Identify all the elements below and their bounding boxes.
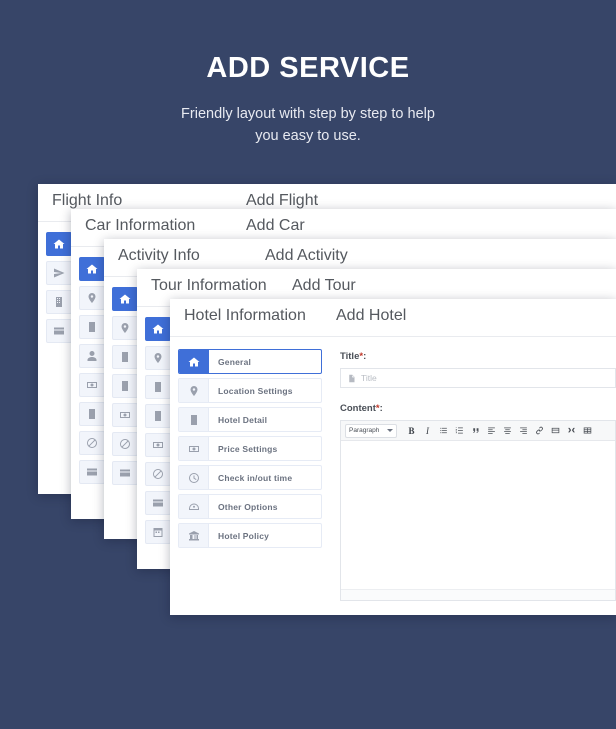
hero-subtitle-line-1: Friendly layout with step by step to hel… (181, 106, 435, 122)
rail-icon-building[interactable] (145, 404, 171, 428)
map-pin-icon (179, 379, 209, 402)
rail-icon-building[interactable] (79, 315, 105, 339)
unordered-list-icon[interactable] (437, 424, 450, 438)
italic-icon[interactable]: I (421, 424, 434, 438)
rail-icon-map-pin[interactable] (145, 346, 171, 370)
building-icon (179, 408, 209, 431)
sidebar-item-label: Price Settings (218, 443, 278, 454)
sidebar-item-label: Location Settings (218, 385, 293, 396)
bold-icon[interactable]: B (405, 424, 418, 438)
title-label-colon: : (363, 351, 367, 362)
home-icon (179, 350, 209, 373)
content-label-text: Content (340, 403, 376, 414)
page-title: ADD SERVICE (206, 52, 410, 84)
rail-icon-money[interactable] (112, 403, 138, 427)
card-car-action-title: Add Car (246, 217, 305, 234)
card-hotel-action-title: Add Hotel (336, 307, 407, 324)
shuffle-icon[interactable] (565, 424, 578, 438)
rail-icon-credit-card[interactable] (46, 319, 72, 343)
format-select-value: Paragraph (349, 427, 380, 434)
title-input[interactable]: Title (340, 368, 616, 388)
page-root: ADD SERVICE Friendly layout with step by… (0, 0, 616, 729)
bank-icon (179, 524, 209, 547)
rail-icon-credit-card[interactable] (145, 491, 171, 515)
sidebar-item-label: Other Options (218, 501, 278, 512)
rail-icon-ban[interactable] (79, 431, 105, 455)
rail-icon-home[interactable] (145, 317, 171, 341)
align-left-icon[interactable] (485, 424, 498, 438)
align-center-icon[interactable] (501, 424, 514, 438)
card-flight-title: Flight Info (52, 192, 123, 209)
sidebar-item-label: Hotel Policy (218, 530, 270, 541)
rail-icon-credit-card[interactable] (79, 460, 105, 484)
card-car-title: Car Information (85, 217, 196, 234)
card-activity-action-title: Add Activity (265, 247, 348, 264)
card-activity-title: Activity Info (118, 247, 200, 264)
format-select[interactable]: Paragraph (345, 423, 397, 438)
rail-icon-building[interactable] (145, 375, 171, 399)
rail-icon-building[interactable] (112, 374, 138, 398)
editor-toolbar: Paragraph B I (341, 421, 615, 441)
sidebar-item-location-settings[interactable]: Location Settings (178, 378, 322, 403)
link-icon[interactable] (533, 424, 546, 438)
content-label-colon: : (379, 403, 383, 414)
rail-icon-calendar[interactable] (145, 520, 171, 544)
card-hotel-header: Hotel Information Add Hotel (170, 299, 616, 337)
editor-status-bar (341, 589, 615, 600)
insert-media-icon[interactable] (549, 424, 562, 438)
hero-section: ADD SERVICE Friendly layout with step by… (0, 0, 616, 147)
gauge-icon (179, 495, 209, 518)
sidebar-item-label: General (218, 356, 252, 367)
card-tour-action-title: Add Tour (292, 277, 356, 294)
sidebar-item-hotel-detail[interactable]: Hotel Detail (178, 407, 322, 432)
rail-icon-ban[interactable] (112, 432, 138, 456)
title-field-label: Title*: (340, 351, 616, 362)
rail-icon-ban[interactable] (145, 462, 171, 486)
card-flight-action-title: Add Flight (246, 192, 319, 209)
sidebar-item-check-in-out-time[interactable]: Check in/out time (178, 465, 322, 490)
hotel-body: General Location Settings Hotel Detail P… (170, 337, 616, 615)
editor-content-area[interactable] (341, 441, 615, 589)
sidebar-item-general[interactable]: General (178, 349, 322, 374)
rail-icon-home[interactable] (46, 232, 72, 256)
align-right-icon[interactable] (517, 424, 530, 438)
money-icon (179, 437, 209, 460)
rail-icon-building[interactable] (79, 402, 105, 426)
file-icon (341, 374, 361, 383)
rail-icon-money[interactable] (79, 373, 105, 397)
sidebar-item-hotel-policy[interactable]: Hotel Policy (178, 523, 322, 548)
hero-subtitle: Friendly layout with step by step to hel… (0, 103, 616, 147)
rail-icon-home[interactable] (112, 287, 138, 311)
rail-icon-map-pin[interactable] (112, 316, 138, 340)
clock-icon (179, 466, 209, 489)
sidebar-item-other-options[interactable]: Other Options (178, 494, 322, 519)
blockquote-icon[interactable] (469, 424, 482, 438)
rail-icon-paper-plane[interactable] (46, 261, 72, 285)
rail-icon-user[interactable] (79, 344, 105, 368)
rail-icon-map-pin[interactable] (79, 286, 105, 310)
table-icon[interactable] (581, 424, 594, 438)
rail-icon-credit-card[interactable] (112, 461, 138, 485)
card-tour-title: Tour Information (151, 277, 267, 294)
title-input-placeholder: Title (361, 373, 377, 383)
card-hotel-title: Hotel Information (184, 307, 306, 324)
content-editor[interactable]: Paragraph B I (340, 420, 616, 601)
content-field-label: Content*: (340, 403, 616, 414)
hotel-sidebar: General Location Settings Hotel Detail P… (170, 337, 330, 615)
chevron-down-icon (387, 429, 393, 432)
sidebar-item-label: Check in/out time (218, 472, 293, 483)
sidebar-item-label: Hotel Detail (218, 414, 268, 425)
hotel-form: Title*: Title Content*: Paragraph B I (330, 337, 616, 615)
title-label-text: Title (340, 351, 360, 362)
rail-icon-building[interactable] (46, 290, 72, 314)
rail-icon-building[interactable] (112, 345, 138, 369)
ordered-list-icon[interactable] (453, 424, 466, 438)
rail-icon-home[interactable] (79, 257, 105, 281)
card-hotel[interactable]: Hotel Information Add Hotel General Loca… (170, 299, 616, 615)
rail-icon-money[interactable] (145, 433, 171, 457)
hero-subtitle-line-2: you easy to use. (255, 128, 361, 144)
sidebar-item-price-settings[interactable]: Price Settings (178, 436, 322, 461)
